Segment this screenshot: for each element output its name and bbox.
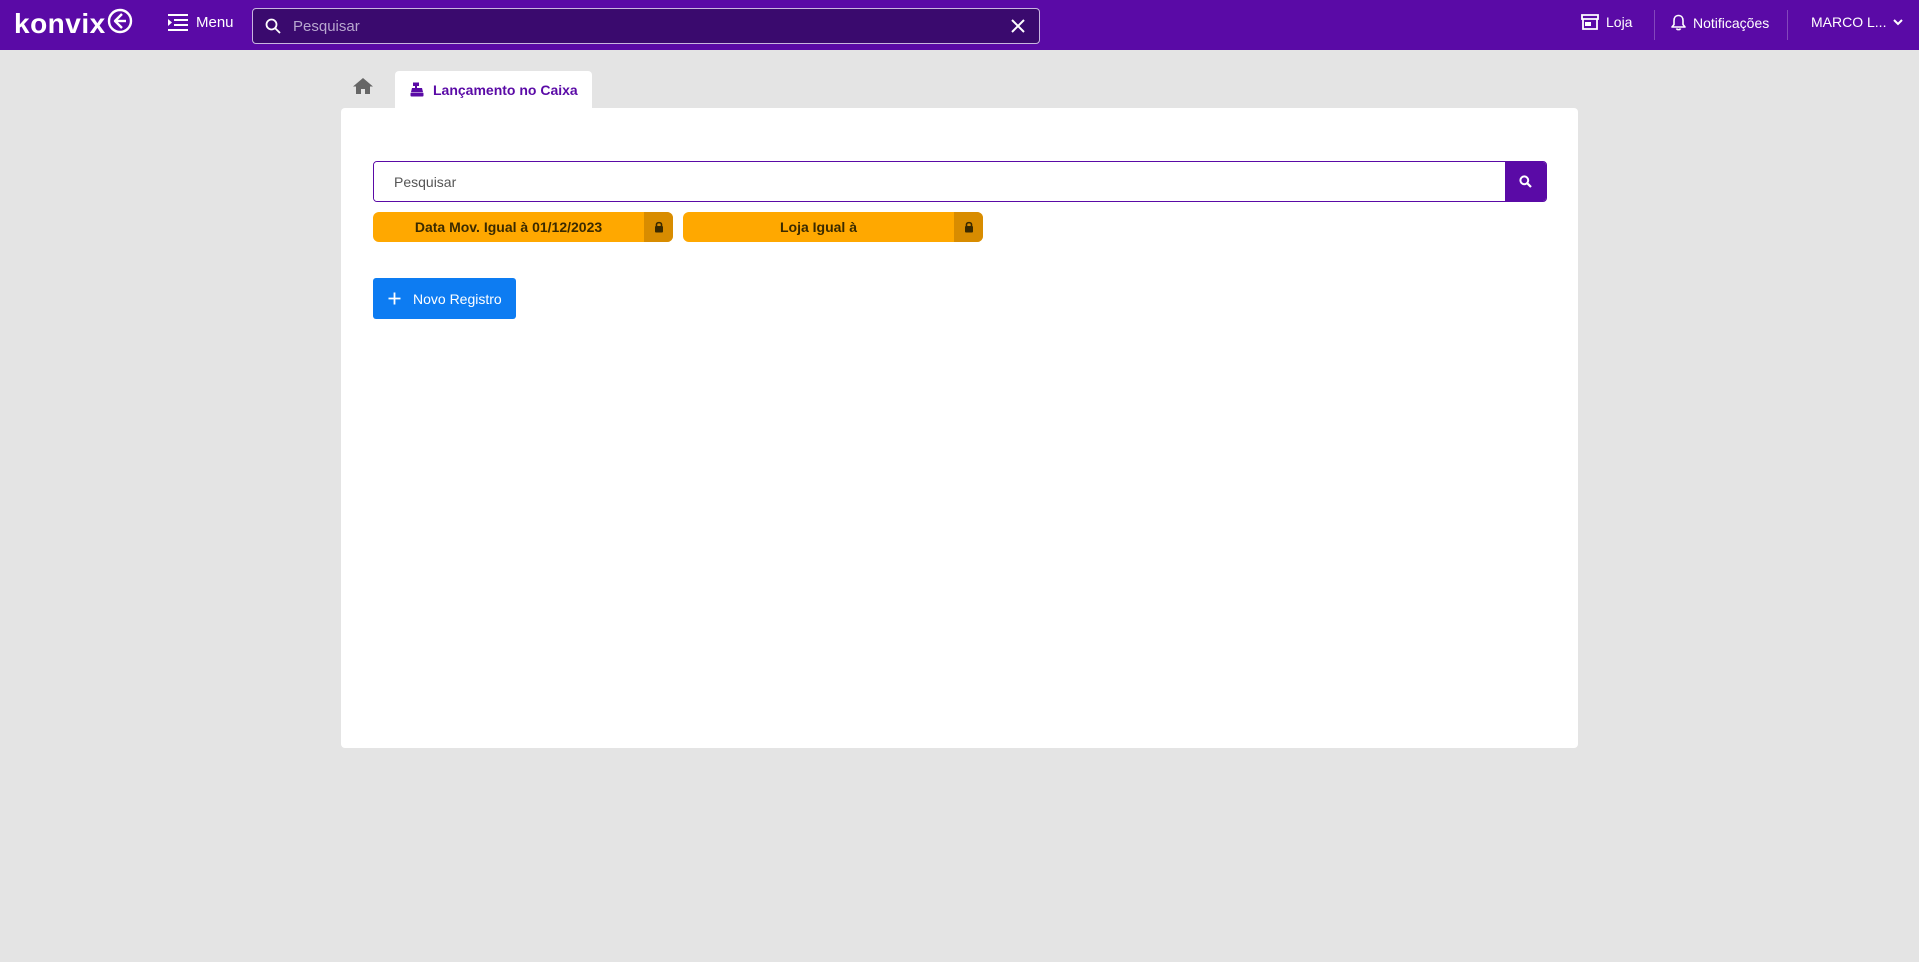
main-panel: Data Mov. Igual à 01/12/2023 Loja Igual … xyxy=(341,108,1578,748)
bell-icon xyxy=(1671,14,1686,31)
records-search-input[interactable] xyxy=(374,162,1506,201)
konvix-logo[interactable]: Konvix xyxy=(14,8,133,39)
cash-register-icon xyxy=(410,82,424,97)
lock-icon xyxy=(954,212,983,242)
tab-lancamento-caixa[interactable]: Lançamento no Caixa xyxy=(395,71,592,108)
search-icon xyxy=(1519,175,1532,188)
tab-home[interactable] xyxy=(352,77,382,99)
menu-label: Menu xyxy=(196,13,234,31)
new-record-button[interactable]: Novo Registro xyxy=(373,278,516,319)
filter-chip-loja[interactable]: Loja Igual à xyxy=(683,212,983,242)
topbar-divider xyxy=(1787,10,1788,40)
search-icon xyxy=(265,18,281,34)
search-submit-button[interactable] xyxy=(1505,162,1546,201)
filter-chip-label: Data Mov. Igual à 01/12/2023 xyxy=(414,219,603,235)
home-icon xyxy=(353,78,373,94)
logo-text: Konvix xyxy=(14,8,106,39)
topbar-divider xyxy=(1654,10,1655,40)
store-button[interactable]: Loja xyxy=(1581,14,1632,30)
user-menu-button[interactable]: MARCO L... xyxy=(1811,14,1904,30)
filter-chip-label: Loja Igual à xyxy=(779,219,857,235)
menu-button[interactable]: Menu xyxy=(168,13,234,31)
store-icon xyxy=(1581,14,1599,30)
new-record-label: Novo Registro xyxy=(413,290,502,307)
notifications-button[interactable]: Notificações xyxy=(1671,14,1769,31)
close-icon[interactable] xyxy=(1011,19,1025,33)
chevron-down-icon xyxy=(1893,18,1904,25)
logo-mark-icon xyxy=(107,8,132,34)
notifications-label: Notificações xyxy=(1693,14,1770,31)
records-search xyxy=(373,161,1547,202)
top-navigation-bar: Konvix Menu Loja xyxy=(0,0,1919,50)
user-name: MARCO L... xyxy=(1811,14,1887,30)
plus-icon xyxy=(388,292,401,305)
menu-icon xyxy=(168,14,188,31)
global-search xyxy=(252,8,1040,44)
global-search-input[interactable] xyxy=(293,9,983,43)
store-label: Loja xyxy=(1606,14,1633,30)
tab-label: Lançamento no Caixa xyxy=(433,81,578,98)
filter-chip-data-mov[interactable]: Data Mov. Igual à 01/12/2023 xyxy=(373,212,673,242)
lock-icon xyxy=(644,212,673,242)
